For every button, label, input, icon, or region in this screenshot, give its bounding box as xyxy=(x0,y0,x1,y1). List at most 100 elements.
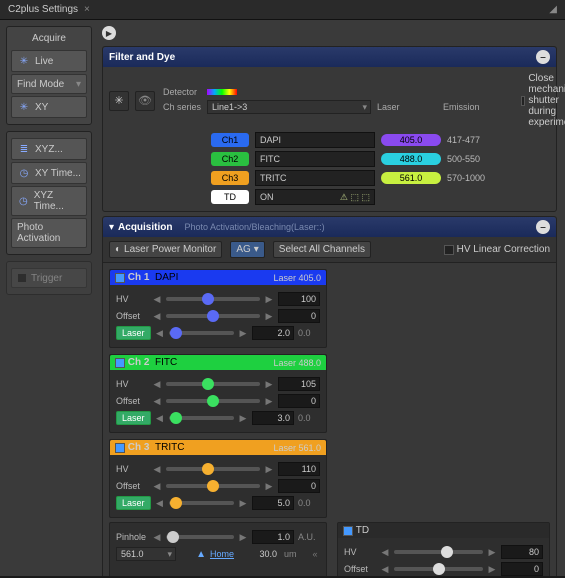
channel-panel-ch2: Ch 2 FITCLaser 488.0HV◀▶105Offset◀▶0Lase… xyxy=(109,354,327,433)
channel-pill[interactable]: Ch3 xyxy=(211,171,249,185)
home-link[interactable]: Home xyxy=(210,549,234,559)
hv-value[interactable]: 105 xyxy=(278,377,320,391)
filter-icon[interactable]: ✳ xyxy=(109,91,129,111)
acquisition-panel: ▾ Acquisition Photo Activation/Bleaching… xyxy=(102,216,557,576)
trigger-checkbox xyxy=(17,273,27,283)
play-icon[interactable]: ▶ xyxy=(102,26,116,40)
laser-button[interactable]: Laser xyxy=(116,326,151,340)
content: ▶ Filter and Dye – ✳ 👁 Detector Ch xyxy=(98,20,565,576)
channel-pill[interactable]: Ch2 xyxy=(211,152,249,166)
inc-icon[interactable]: ▶ xyxy=(238,532,248,543)
laser-button[interactable]: Laser xyxy=(116,496,151,510)
shutter-checkbox[interactable] xyxy=(521,96,525,106)
ch-series-select[interactable]: Line1->3 xyxy=(207,100,371,114)
offset-value[interactable]: 0 xyxy=(278,479,320,493)
left-icon[interactable]: « xyxy=(310,549,320,559)
emission-text: 570-1000 xyxy=(447,173,517,183)
col-detector: Detector xyxy=(163,87,201,97)
td-offset-value[interactable]: 0 xyxy=(501,562,543,576)
laser-value[interactable]: 3.0 xyxy=(252,411,294,425)
eye-port-icon[interactable]: 👁 xyxy=(135,91,155,111)
channel-checkbox[interactable] xyxy=(115,273,125,283)
expand-icon[interactable]: ▾ xyxy=(109,222,114,233)
sidebar: Acquire ✳Live Find Mode▾ ✳XY ≣XYZ... ◷XY… xyxy=(0,20,98,576)
live-button[interactable]: ✳Live xyxy=(11,50,87,72)
layers-icon: ≣ xyxy=(17,142,31,156)
td-offset-slider[interactable] xyxy=(394,567,483,571)
pinhole-panel: Pinhole ◀ ▶ 1.0 A.U. 561.0 ▲ Home xyxy=(109,522,327,576)
trigger-button: Trigger xyxy=(11,268,87,288)
acquisition-sub: Photo Activation/Bleaching(Laser::) xyxy=(184,222,324,232)
td-hv-value[interactable]: 80 xyxy=(501,545,543,559)
xy-button[interactable]: ✳XY xyxy=(11,96,87,118)
clock-icon: ◷ xyxy=(17,194,30,208)
channel-checkbox[interactable] xyxy=(115,443,125,453)
hv-linear-correction[interactable]: HV Linear Correction xyxy=(444,244,550,255)
laser-power-monitor-button[interactable]: ◐Laser Power Monitor xyxy=(109,241,222,258)
hv-slider[interactable] xyxy=(166,382,260,386)
collapse-icon[interactable]: – xyxy=(536,220,550,234)
photo-activation-button[interactable]: Photo Activation xyxy=(11,218,87,248)
channel-pill[interactable]: TD xyxy=(211,190,249,204)
offset-value[interactable]: 0 xyxy=(278,309,320,323)
col-emission: Emission xyxy=(443,102,513,112)
xyz-time-button[interactable]: ◷XYZ Time... xyxy=(11,186,87,216)
laser-slider[interactable] xyxy=(169,331,234,335)
laser-button[interactable]: Laser xyxy=(116,411,151,425)
td-panel: TD HV◀▶80 Offset◀▶0 xyxy=(337,522,550,576)
pinhole-wavelength-select[interactable]: 561.0 xyxy=(116,547,176,561)
laser-slider[interactable] xyxy=(169,416,234,420)
laser-pill[interactable]: 561.0 xyxy=(381,172,441,184)
collapse-icon[interactable]: – xyxy=(536,50,550,64)
pinhole-slider[interactable] xyxy=(166,535,234,539)
channel-panel-ch3: Ch 3 TRITCLaser 561.0HV◀▶110Offset◀▶0Las… xyxy=(109,439,327,518)
laser-pill[interactable]: 405.0 xyxy=(381,134,441,146)
pinhole-value[interactable]: 1.0 xyxy=(252,530,294,544)
dye-input[interactable]: DAPI xyxy=(255,132,375,148)
clock-icon: ◷ xyxy=(17,166,31,180)
gear-icon: ✳ xyxy=(17,100,31,114)
laser-value[interactable]: 5.0 xyxy=(252,496,294,510)
laser-value[interactable]: 2.0 xyxy=(252,326,294,340)
td-checkbox[interactable] xyxy=(343,526,353,536)
chevron-down-icon: ▾ xyxy=(76,79,81,90)
xyz-button[interactable]: ≣XYZ... xyxy=(11,138,87,160)
laser-pill[interactable]: 488.0 xyxy=(381,153,441,165)
pinhole-label: Pinhole xyxy=(116,532,148,542)
titlebar: C2plus Settings × ◢ xyxy=(0,0,565,20)
dye-input[interactable]: FITC xyxy=(255,151,375,167)
select-all-channels-button[interactable]: Select All Channels xyxy=(273,241,371,258)
window-corner-icon[interactable]: ◢ xyxy=(549,4,557,15)
filter-dye-panel: Filter and Dye – ✳ 👁 Detector Ch series … xyxy=(102,46,557,212)
gauge-icon: ◐ xyxy=(115,244,121,255)
channel-panel-ch1: Ch 1 DAPILaser 405.0HV◀▶100Offset◀▶0Lase… xyxy=(109,269,327,348)
acquire-label: Acquire xyxy=(11,31,87,48)
channel-checkbox[interactable] xyxy=(115,358,125,368)
offset-slider[interactable] xyxy=(166,399,260,403)
dye-input[interactable]: TRITC xyxy=(255,170,375,186)
hv-slider[interactable] xyxy=(166,297,260,301)
hv-value[interactable]: 110 xyxy=(278,462,320,476)
dye-input[interactable]: ON⚠ ⬚ ⬚ xyxy=(255,189,375,205)
gear-icon: ✳ xyxy=(17,54,31,68)
pinhole-um: 30.0 xyxy=(238,548,280,560)
channel-pill[interactable]: Ch1 xyxy=(211,133,249,147)
dec-icon[interactable]: ◀ xyxy=(152,532,162,543)
laser-slider[interactable] xyxy=(169,501,234,505)
emission-text: 500-550 xyxy=(447,154,517,164)
hv-slider[interactable] xyxy=(166,467,260,471)
shutter-checkbox-row[interactable]: Close mechanical shutter during experime… xyxy=(521,73,565,128)
tab-close-icon[interactable]: × xyxy=(84,4,90,15)
xy-time-button[interactable]: ◷XY Time... xyxy=(11,162,87,184)
ch-series-label: Ch series xyxy=(163,102,201,112)
ag-button[interactable]: AG▾ xyxy=(230,241,264,258)
hv-value[interactable]: 100 xyxy=(278,292,320,306)
offset-slider[interactable] xyxy=(166,484,260,488)
offset-slider[interactable] xyxy=(166,314,260,318)
offset-value[interactable]: 0 xyxy=(278,394,320,408)
app-title: C2plus Settings xyxy=(8,4,78,15)
home-icon[interactable]: ▲ xyxy=(196,549,206,560)
col-laser: Laser xyxy=(377,102,437,112)
td-hv-slider[interactable] xyxy=(394,550,483,554)
find-mode-button[interactable]: Find Mode▾ xyxy=(11,74,87,94)
